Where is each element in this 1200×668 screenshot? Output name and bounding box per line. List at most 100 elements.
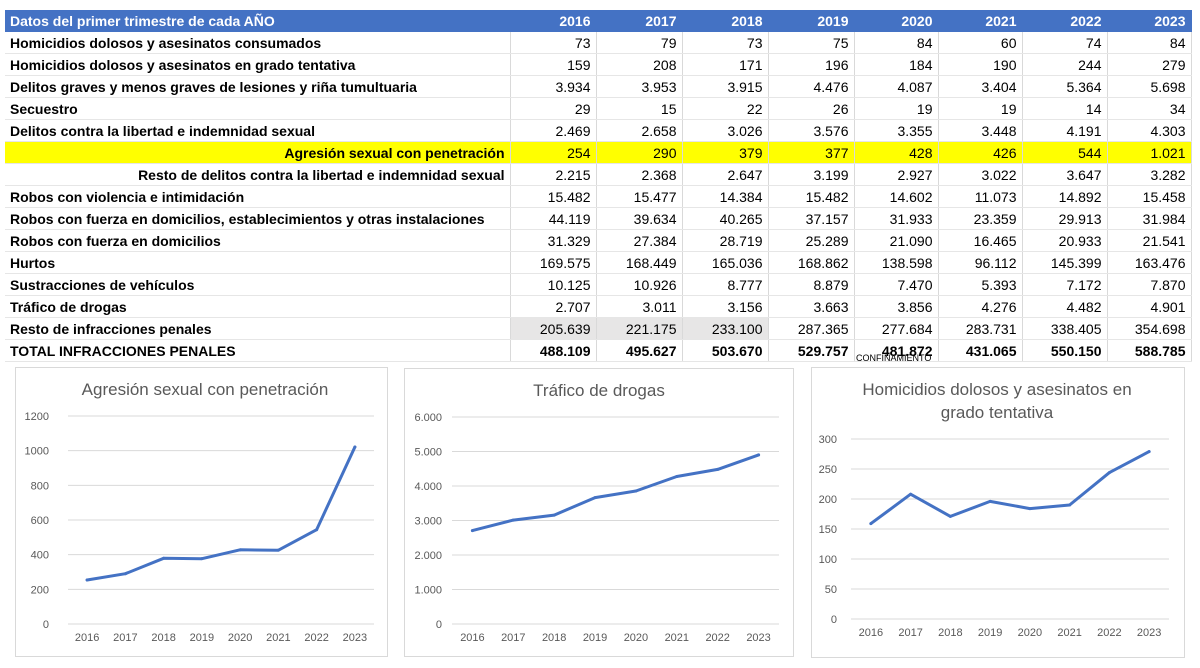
x-tick-label: 2018 xyxy=(151,632,175,644)
x-tick-label: 2023 xyxy=(1137,627,1161,639)
table-row: Sustracciones de vehículos 10.125 10.926 8.… xyxy=(5,273,1192,296)
row-value: 3.355 xyxy=(854,119,939,142)
row-label: Secuestro xyxy=(5,97,511,120)
row-value: 84 xyxy=(854,31,939,54)
row-value: 544 xyxy=(1022,141,1108,164)
row-value: 73 xyxy=(682,31,769,54)
row-value: 11.073 xyxy=(938,185,1023,208)
x-tick-label: 2016 xyxy=(859,627,883,639)
row-value: 7.870 xyxy=(1107,273,1192,296)
row-value: 377 xyxy=(768,141,855,164)
x-tick-label: 2023 xyxy=(343,632,367,644)
row-value: 2.707 xyxy=(510,295,597,318)
y-tick-label: 600 xyxy=(31,515,49,527)
row-value: 4.901 xyxy=(1107,295,1192,318)
y-tick-label: 150 xyxy=(819,524,837,536)
x-tick-label: 2020 xyxy=(1018,627,1042,639)
x-tick-label: 2016 xyxy=(75,632,99,644)
crime-data-table: Datos del primer trimestre de cada AÑO 20… xyxy=(5,10,1192,362)
row-value: 277.684 xyxy=(854,317,939,340)
row-value: 7.172 xyxy=(1022,273,1108,296)
row-value: 221.175 xyxy=(596,317,683,340)
table-row: Robos con fuerza en domicilios 31.329 27.3… xyxy=(5,229,1192,252)
row-value: 8.777 xyxy=(682,273,769,296)
row-value: 3.663 xyxy=(768,295,855,318)
row-value: 4.276 xyxy=(938,295,1023,318)
row-value: 208 xyxy=(596,53,683,76)
chart-homicidios-tentativa-svg: Homicidios dolosos y asesinatos en grado … xyxy=(819,380,1169,639)
row-value: 184 xyxy=(854,53,939,76)
y-tick-label: 2.000 xyxy=(414,550,442,562)
table-header-label: Datos del primer trimestre de cada AÑO xyxy=(5,10,511,32)
y-tick-label: 5.000 xyxy=(414,447,442,459)
data-point xyxy=(276,548,280,552)
chart-agresion-sexual: Agresión sexual con penetración 0 200 400 60… xyxy=(15,367,388,657)
x-tick-label: 2017 xyxy=(501,632,525,644)
row-value: 26 xyxy=(768,97,855,120)
row-value: 29.913 xyxy=(1022,207,1108,230)
row-label: Delitos graves y menos graves de lesione… xyxy=(5,75,511,98)
row-value: 4.303 xyxy=(1107,119,1192,142)
row-label: Hurtos xyxy=(5,251,511,274)
row-label: Sustracciones de vehículos xyxy=(5,273,511,296)
chart-title: Homicidios dolosos y asesinatos en xyxy=(862,380,1131,399)
row-value: 19 xyxy=(938,97,1023,120)
row-value: 3.448 xyxy=(938,119,1023,142)
row-value: 14.892 xyxy=(1022,185,1108,208)
row-value: 165.036 xyxy=(682,251,769,274)
data-point xyxy=(909,492,913,496)
row-value: 3.576 xyxy=(768,119,855,142)
x-tick-label: 2022 xyxy=(1097,627,1121,639)
row-value: 2.215 xyxy=(510,163,597,186)
row-value: 34 xyxy=(1107,97,1192,120)
row-value: 550.150 xyxy=(1022,339,1108,362)
row-value: 3.022 xyxy=(938,163,1023,186)
x-tick-label: 2020 xyxy=(228,632,252,644)
row-value: 25.289 xyxy=(768,229,855,252)
table-row: Delitos graves y menos graves de lesione… xyxy=(5,75,1192,98)
data-point xyxy=(869,522,873,526)
row-value: 159 xyxy=(510,53,597,76)
row-value: 145.399 xyxy=(1022,251,1108,274)
x-tick-label: 2018 xyxy=(542,632,566,644)
row-value: 3.199 xyxy=(768,163,855,186)
table-row: Robos con fuerza en domicilios, establec… xyxy=(5,207,1192,230)
data-point xyxy=(1028,507,1032,511)
y-tick-label: 300 xyxy=(819,434,837,446)
row-value: 20.933 xyxy=(1022,229,1108,252)
row-value: 4.087 xyxy=(854,75,939,98)
row-value: 75 xyxy=(768,31,855,54)
row-value: 338.405 xyxy=(1022,317,1108,340)
row-value: 15.477 xyxy=(596,185,683,208)
row-value: 2.647 xyxy=(682,163,769,186)
data-point xyxy=(238,548,242,552)
row-value: 4.476 xyxy=(768,75,855,98)
row-value: 44.119 xyxy=(510,207,597,230)
table-header-year: 2023 xyxy=(1107,10,1192,32)
x-tick-label: 2018 xyxy=(938,627,962,639)
row-value: 169.575 xyxy=(510,251,597,274)
row-value: 3.856 xyxy=(854,295,939,318)
row-value: 96.112 xyxy=(938,251,1023,274)
row-value: 2.469 xyxy=(510,119,597,142)
data-point xyxy=(757,453,761,457)
data-point xyxy=(123,572,127,576)
series-line xyxy=(85,445,357,582)
table-row: TOTAL INFRACCIONES PENALES 488.109 495.627… xyxy=(5,339,1192,362)
table-row: Hurtos 169.575 168.449 165.036 168.862 138.59… xyxy=(5,251,1192,274)
row-value: 21.541 xyxy=(1107,229,1192,252)
data-point xyxy=(511,518,515,522)
row-value: 14.602 xyxy=(854,185,939,208)
x-tick-label: 2016 xyxy=(460,632,484,644)
table-row: Resto de delitos contra la libertad e in… xyxy=(5,163,1192,186)
table-row: Agresión sexual con penetración 254 290 379… xyxy=(5,141,1192,164)
series-line xyxy=(470,453,761,533)
row-value: 22 xyxy=(682,97,769,120)
row-label: Resto de delitos contra la libertad e in… xyxy=(5,163,511,186)
row-value: 74 xyxy=(1022,31,1108,54)
x-tick-label: 2021 xyxy=(1057,627,1081,639)
data-point xyxy=(162,556,166,560)
row-value: 354.698 xyxy=(1107,317,1192,340)
row-value: 21.090 xyxy=(854,229,939,252)
row-value: 196 xyxy=(768,53,855,76)
